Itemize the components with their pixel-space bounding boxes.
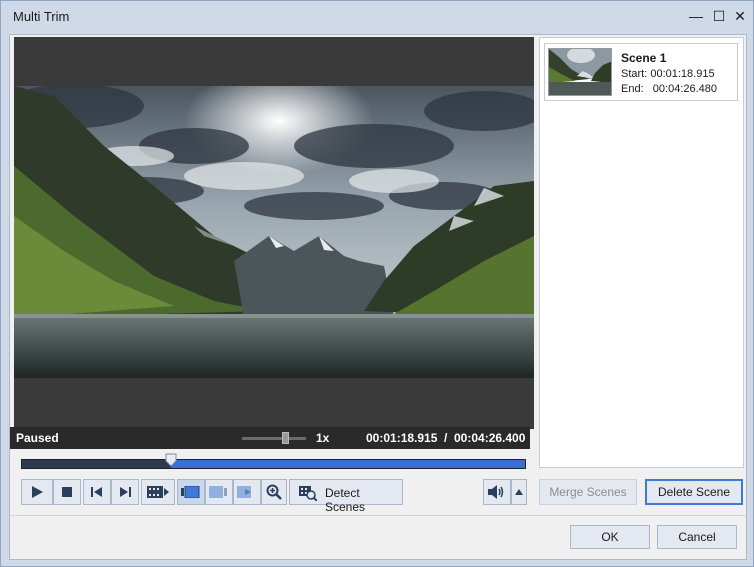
mark-in-icon xyxy=(181,486,200,498)
zoom-button[interactable] xyxy=(261,479,287,505)
volume-popup-button[interactable] xyxy=(511,479,527,505)
play-button[interactable] xyxy=(21,479,53,505)
filmstrip-button[interactable] xyxy=(141,479,175,505)
volume-button[interactable] xyxy=(483,479,511,505)
detect-scenes-label: Detect Scenes xyxy=(325,486,366,514)
playhead-handle[interactable] xyxy=(165,453,177,467)
next-frame-button[interactable] xyxy=(111,479,139,505)
dialog-body: Paused 1x 00:01:18.915 / 00:04:26.400 De… xyxy=(9,34,747,560)
merge-scenes-button[interactable]: Merge Scenes xyxy=(539,479,637,505)
volume-icon xyxy=(488,485,504,499)
scene-thumbnail xyxy=(548,48,612,96)
multi-trim-window: Multi Trim — ☐ ✕ Paused 1x 00:01:18.915 … xyxy=(0,0,754,567)
detect-scenes-button[interactable]: Detect Scenes xyxy=(289,479,403,514)
chevron-up-icon xyxy=(515,489,523,495)
current-time: 00:01:18.915 xyxy=(366,431,438,445)
cancel-button[interactable]: Cancel xyxy=(657,525,737,549)
detect-scenes-icon xyxy=(299,486,317,501)
playback-status: Paused xyxy=(16,431,59,445)
skip-forward-icon xyxy=(120,487,131,497)
stop-button[interactable] xyxy=(53,479,81,505)
timeline-selection[interactable] xyxy=(171,460,525,468)
video-frame xyxy=(14,86,534,378)
ok-button[interactable]: OK xyxy=(570,525,650,549)
footer-divider xyxy=(10,515,746,516)
speed-value: 1x xyxy=(316,431,330,445)
title-bar[interactable]: Multi Trim — ☐ ✕ xyxy=(1,1,753,33)
scene-name: Scene 1 xyxy=(621,51,667,65)
landscape-image xyxy=(14,86,534,378)
goto-marker-icon xyxy=(237,486,251,498)
time-separator: / xyxy=(444,431,448,445)
go-to-end-button[interactable] xyxy=(233,479,261,505)
scene-start-time: Start: 00:01:18.915 xyxy=(621,68,715,80)
set-end-button[interactable] xyxy=(205,479,233,505)
scene-end-time: End: 00:04:26.480 xyxy=(621,83,718,95)
close-icon[interactable]: ✕ xyxy=(731,7,749,25)
timeline-bar[interactable] xyxy=(21,459,526,469)
speed-slider-thumb[interactable] xyxy=(282,432,289,444)
scene-list[interactable]: Scene 1 Start: 00:01:18.915 End: 00:04:2… xyxy=(539,37,744,468)
mark-out-icon xyxy=(209,486,227,498)
zoom-in-icon xyxy=(266,484,282,500)
set-start-button[interactable] xyxy=(177,479,205,505)
skip-back-icon xyxy=(91,487,102,497)
scene-list-item[interactable]: Scene 1 Start: 00:01:18.915 End: 00:04:2… xyxy=(544,43,738,101)
minimize-icon[interactable]: — xyxy=(687,7,705,25)
video-preview[interactable] xyxy=(14,37,534,429)
scene-thumbnail-image xyxy=(549,49,611,95)
speed-slider-track[interactable] xyxy=(242,437,306,440)
filmstrip-icon xyxy=(147,486,169,498)
window-title: Multi Trim xyxy=(13,9,70,24)
delete-scene-button[interactable]: Delete Scene xyxy=(645,479,743,505)
play-icon xyxy=(32,486,43,498)
total-time: 00:04:26.400 xyxy=(454,431,526,445)
player-status-bar: Paused 1x 00:01:18.915 / 00:04:26.400 xyxy=(10,427,530,449)
stop-icon xyxy=(62,487,72,497)
maximize-icon[interactable]: ☐ xyxy=(710,7,728,25)
previous-frame-button[interactable] xyxy=(83,479,111,505)
